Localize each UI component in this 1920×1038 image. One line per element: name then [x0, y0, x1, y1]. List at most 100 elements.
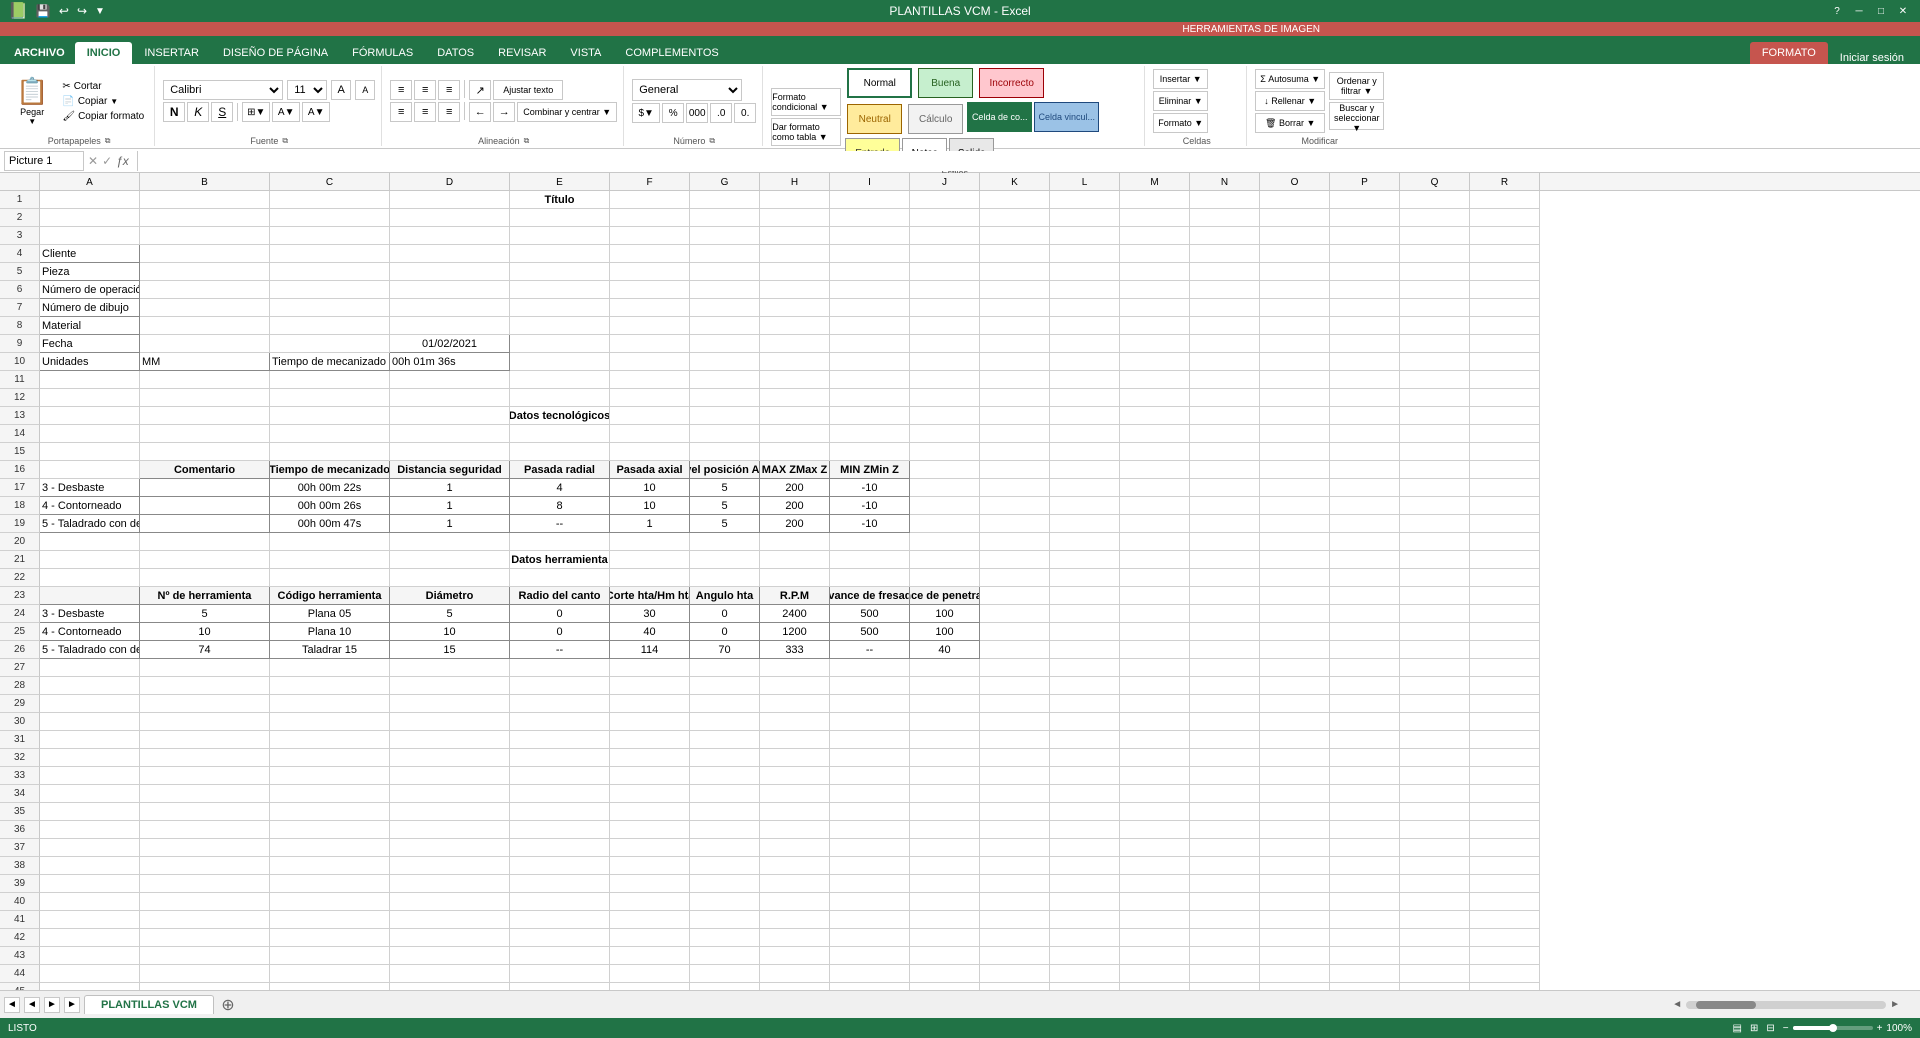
cell-L27[interactable]: [1050, 659, 1120, 677]
cell-J1[interactable]: [910, 191, 980, 209]
cell-N29[interactable]: [1190, 695, 1260, 713]
pegar-btn[interactable]: 📋 Pegar ▼: [10, 74, 54, 128]
row-header-5[interactable]: 5: [0, 263, 40, 281]
cell-R18[interactable]: [1470, 497, 1540, 515]
cell-F27[interactable]: [610, 659, 690, 677]
cell-J43[interactable]: [910, 947, 980, 965]
cell-B11[interactable]: [140, 371, 270, 389]
cell-A30[interactable]: [40, 713, 140, 731]
tab-revisar[interactable]: REVISAR: [486, 42, 558, 64]
nav-prev-btn[interactable]: ◄: [24, 997, 40, 1013]
cell-K34[interactable]: [980, 785, 1050, 803]
increase-font-btn[interactable]: A: [331, 80, 351, 100]
tab-complementos[interactable]: COMPLEMENTOS: [613, 42, 730, 64]
copiar-formato-btn[interactable]: 🖌 Copiar formato: [58, 110, 148, 123]
cell-P2[interactable]: [1330, 209, 1400, 227]
cell-F41[interactable]: [610, 911, 690, 929]
cell-K29[interactable]: [980, 695, 1050, 713]
cell-P36[interactable]: [1330, 821, 1400, 839]
cell-H31[interactable]: [760, 731, 830, 749]
cell-L41[interactable]: [1050, 911, 1120, 929]
row-header-19[interactable]: 19: [0, 515, 40, 533]
cell-G27[interactable]: [690, 659, 760, 677]
cell-G34[interactable]: [690, 785, 760, 803]
cell-P18[interactable]: [1330, 497, 1400, 515]
cell-Q19[interactable]: [1400, 515, 1470, 533]
cell-K42[interactable]: [980, 929, 1050, 947]
cell-I43[interactable]: [830, 947, 910, 965]
cell-Q38[interactable]: [1400, 857, 1470, 875]
cell-M12[interactable]: [1120, 389, 1190, 407]
cell-A29[interactable]: [40, 695, 140, 713]
cell-F34[interactable]: [610, 785, 690, 803]
cell-O7[interactable]: [1260, 299, 1330, 317]
merge-center-btn[interactable]: Combinar y centrar ▼: [517, 102, 617, 122]
cell-D20[interactable]: [390, 533, 510, 551]
cell-H37[interactable]: [760, 839, 830, 857]
cell-H30[interactable]: [760, 713, 830, 731]
cell-L31[interactable]: [1050, 731, 1120, 749]
cell-B17[interactable]: [140, 479, 270, 497]
cell-Q37[interactable]: [1400, 839, 1470, 857]
cell-K1[interactable]: [980, 191, 1050, 209]
cell-H17[interactable]: 200: [760, 479, 830, 497]
cell-I22[interactable]: [830, 569, 910, 587]
cell-N41[interactable]: [1190, 911, 1260, 929]
cell-Q16[interactable]: [1400, 461, 1470, 479]
cell-A11[interactable]: [40, 371, 140, 389]
cell-F29[interactable]: [610, 695, 690, 713]
cell-M32[interactable]: [1120, 749, 1190, 767]
cell-P11[interactable]: [1330, 371, 1400, 389]
row-header-15[interactable]: 15: [0, 443, 40, 461]
cell-Q15[interactable]: [1400, 443, 1470, 461]
cell-J35[interactable]: [910, 803, 980, 821]
cell-G18[interactable]: 5: [690, 497, 760, 515]
cell-J45[interactable]: [910, 983, 980, 990]
cell-B7[interactable]: [140, 299, 270, 317]
row-header-2[interactable]: 2: [0, 209, 40, 227]
cell-I3[interactable]: [830, 227, 910, 245]
cell-O22[interactable]: [1260, 569, 1330, 587]
cell-M30[interactable]: [1120, 713, 1190, 731]
cell-I20[interactable]: [830, 533, 910, 551]
cell-D2[interactable]: [390, 209, 510, 227]
align-bottom-btn[interactable]: ≡: [438, 80, 460, 100]
cell-O24[interactable]: [1260, 605, 1330, 623]
autosuma-btn[interactable]: Σ Autosuma ▼: [1255, 69, 1325, 89]
cell-R33[interactable]: [1470, 767, 1540, 785]
cell-N40[interactable]: [1190, 893, 1260, 911]
cell-N28[interactable]: [1190, 677, 1260, 695]
cell-I18[interactable]: -10: [830, 497, 910, 515]
cell-E9[interactable]: [510, 335, 610, 353]
cell-F21[interactable]: [610, 551, 690, 569]
cell-M41[interactable]: [1120, 911, 1190, 929]
cell-C44[interactable]: [270, 965, 390, 983]
cell-R39[interactable]: [1470, 875, 1540, 893]
cell-N3[interactable]: [1190, 227, 1260, 245]
cell-I19[interactable]: -10: [830, 515, 910, 533]
cell-I7[interactable]: [830, 299, 910, 317]
cell-C6[interactable]: [270, 281, 390, 299]
cell-N13[interactable]: [1190, 407, 1260, 425]
cell-N44[interactable]: [1190, 965, 1260, 983]
cell-P1[interactable]: [1330, 191, 1400, 209]
cell-M21[interactable]: [1120, 551, 1190, 569]
cell-F31[interactable]: [610, 731, 690, 749]
cell-N9[interactable]: [1190, 335, 1260, 353]
cell-Q11[interactable]: [1400, 371, 1470, 389]
cell-P45[interactable]: [1330, 983, 1400, 990]
cell-L34[interactable]: [1050, 785, 1120, 803]
cell-A12[interactable]: [40, 389, 140, 407]
cell-R29[interactable]: [1470, 695, 1540, 713]
cell-Q35[interactable]: [1400, 803, 1470, 821]
cell-M8[interactable]: [1120, 317, 1190, 335]
cell-P44[interactable]: [1330, 965, 1400, 983]
cell-J4[interactable]: [910, 245, 980, 263]
row-header-20[interactable]: 20: [0, 533, 40, 551]
cell-F28[interactable]: [610, 677, 690, 695]
cell-H29[interactable]: [760, 695, 830, 713]
cell-P3[interactable]: [1330, 227, 1400, 245]
view-normal-btn[interactable]: ▤: [1733, 1023, 1742, 1034]
borders-btn[interactable]: ⊞▼: [242, 102, 270, 122]
cell-L25[interactable]: [1050, 623, 1120, 641]
